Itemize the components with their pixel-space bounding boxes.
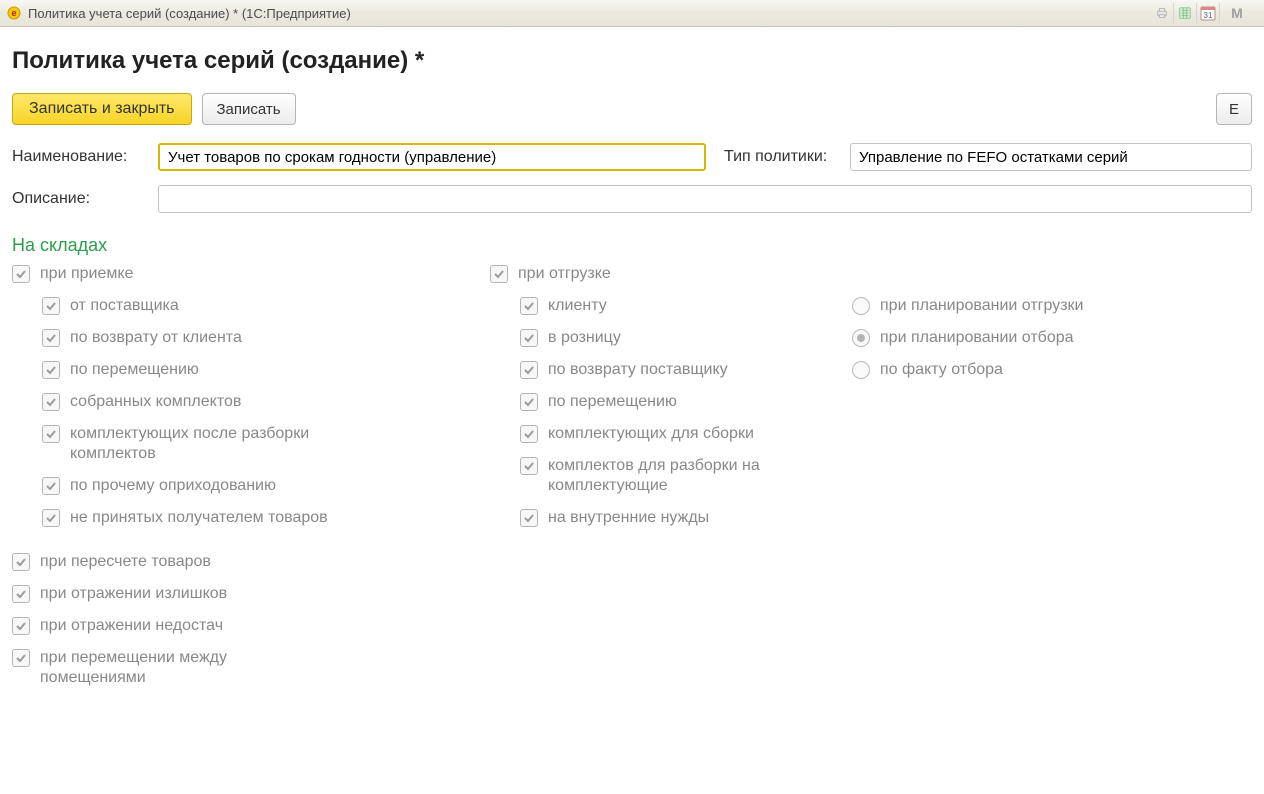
radio-icon — [852, 329, 870, 347]
section-warehouses: На складах — [12, 235, 1252, 256]
chk-label: на внутренние нужды — [548, 508, 709, 528]
chk-label: клиенту — [548, 296, 607, 316]
checkbox-icon — [520, 457, 538, 475]
save-button[interactable]: Записать — [202, 93, 296, 125]
chk-label: при приемке — [40, 264, 133, 284]
chk-label: собранных комплектов — [70, 392, 241, 412]
column-shipment: при отгрузке клиенту в розницу по возврату… — [490, 264, 852, 540]
radio-label: при планировании отгрузки — [880, 296, 1084, 316]
checkbox-icon — [490, 265, 508, 283]
chk-label: комплектующих после разборки комплектов — [70, 424, 350, 464]
checkbox-icon — [42, 477, 60, 495]
chk-option[interactable]: по прочему оприходованию — [42, 476, 490, 496]
column-timing: при планировании отгрузки при планировани… — [852, 264, 1252, 392]
row-description: Описание: — [12, 185, 1252, 213]
window-title: Политика учета серий (создание) * (1С:Пр… — [28, 6, 351, 21]
chk-label: от поставщика — [70, 296, 179, 316]
row-name-type: Наименование: Тип политики: — [12, 143, 1252, 171]
checkbox-icon — [42, 329, 60, 347]
chk-option[interactable]: при перемещении между помещениями — [12, 648, 1252, 688]
more-button[interactable]: Е — [1216, 93, 1252, 125]
chk-label: при отражении излишков — [40, 584, 227, 604]
chk-option[interactable]: клиенту — [520, 296, 852, 316]
chk-label: комплектов для разборки на комплектующие — [548, 456, 828, 496]
svg-text:e: e — [11, 8, 16, 18]
chk-option[interactable]: комплектов для разборки на комплектующие — [520, 456, 852, 496]
checkbox-icon — [12, 553, 30, 571]
checkbox-icon — [520, 361, 538, 379]
checkbox-icon — [520, 393, 538, 411]
checkbox-icon — [12, 265, 30, 283]
chk-label: не принятых получателем товаров — [70, 508, 328, 528]
chk-option[interactable]: по возврату поставщику — [520, 360, 852, 380]
checkbox-icon — [520, 425, 538, 443]
chk-option[interactable]: не принятых получателем товаров — [42, 508, 490, 528]
checkbox-icon — [42, 509, 60, 527]
checkbox-icon — [42, 297, 60, 315]
chk-option[interactable]: по перемещению — [520, 392, 852, 412]
chk-label: при пересчете товаров — [40, 552, 211, 572]
options-columns: при приемке от поставщика по возврату от … — [12, 264, 1252, 540]
chk-option[interactable]: от поставщика — [42, 296, 490, 316]
m-icon[interactable]: M — [1219, 3, 1254, 23]
page-title: Политика учета серий (создание) * — [12, 47, 1252, 75]
chk-label: комплектующих для сборки — [548, 424, 754, 444]
chk-on-receipt[interactable]: при приемке — [12, 264, 490, 284]
radio-icon — [852, 361, 870, 379]
chk-label: по прочему оприходованию — [70, 476, 276, 496]
checkbox-icon — [12, 585, 30, 603]
chk-option[interactable]: по возврату от клиента — [42, 328, 490, 348]
radio-option[interactable]: при планировании отгрузки — [852, 296, 1252, 316]
chk-option[interactable]: комплектующих для сборки — [520, 424, 852, 444]
name-label: Наименование: — [12, 148, 150, 166]
chk-option[interactable]: по перемещению — [42, 360, 490, 380]
chk-on-shipment[interactable]: при отгрузке — [490, 264, 852, 284]
window-titlebar: e Политика учета серий (создание) * (1С:… — [0, 0, 1264, 27]
description-label: Описание: — [12, 190, 150, 208]
chk-label: при отражении недостач — [40, 616, 223, 636]
chk-option[interactable]: при отражении излишков — [12, 584, 1252, 604]
chk-label: при отгрузке — [518, 264, 611, 284]
calendar-icon[interactable]: 31 — [1196, 3, 1219, 23]
content-area: Политика учета серий (создание) * Записа… — [0, 27, 1264, 712]
checkbox-icon — [42, 361, 60, 379]
checkbox-icon — [520, 509, 538, 527]
calculator-icon[interactable] — [1173, 3, 1196, 23]
radio-option[interactable]: по факту отбора — [852, 360, 1252, 380]
radio-label: по факту отбора — [880, 360, 1003, 380]
chk-label: при перемещении между помещениями — [40, 648, 320, 688]
type-label: Тип политики: — [724, 148, 842, 166]
titlebar-tools: 31 M — [1151, 3, 1264, 23]
radio-option[interactable]: при планировании отбора — [852, 328, 1252, 348]
chk-option[interactable]: на внутренние нужды — [520, 508, 852, 528]
bottom-options: при пересчете товаров при отражении излиш… — [12, 552, 1252, 688]
column-receipt: при приемке от поставщика по возврату от … — [12, 264, 490, 540]
checkbox-icon — [12, 649, 30, 667]
svg-text:31: 31 — [1204, 11, 1213, 20]
checkbox-icon — [12, 617, 30, 635]
description-input[interactable] — [158, 185, 1252, 213]
print-icon[interactable] — [1151, 3, 1173, 23]
save-close-button[interactable]: Записать и закрыть — [12, 93, 192, 125]
chk-label: по возврату поставщику — [548, 360, 728, 380]
chk-option[interactable]: комплектующих после разборки комплектов — [42, 424, 490, 464]
chk-option[interactable]: собранных комплектов — [42, 392, 490, 412]
name-input[interactable] — [158, 143, 706, 171]
checkbox-icon — [42, 393, 60, 411]
chk-option[interactable]: при отражении недостач — [12, 616, 1252, 636]
radio-icon — [852, 297, 870, 315]
checkbox-icon — [520, 297, 538, 315]
type-input[interactable] — [850, 143, 1252, 171]
chk-label: в розницу — [548, 328, 621, 348]
app-logo-icon: e — [6, 5, 22, 21]
checkbox-icon — [520, 329, 538, 347]
chk-label: по возврату от клиента — [70, 328, 242, 348]
chk-option[interactable]: в розницу — [520, 328, 852, 348]
radio-label: при планировании отбора — [880, 328, 1074, 348]
checkbox-icon — [42, 425, 60, 443]
chk-label: по перемещению — [548, 392, 677, 412]
chk-label: по перемещению — [70, 360, 199, 380]
toolbar: Записать и закрыть Записать Е — [12, 93, 1252, 125]
chk-option[interactable]: при пересчете товаров — [12, 552, 1252, 572]
